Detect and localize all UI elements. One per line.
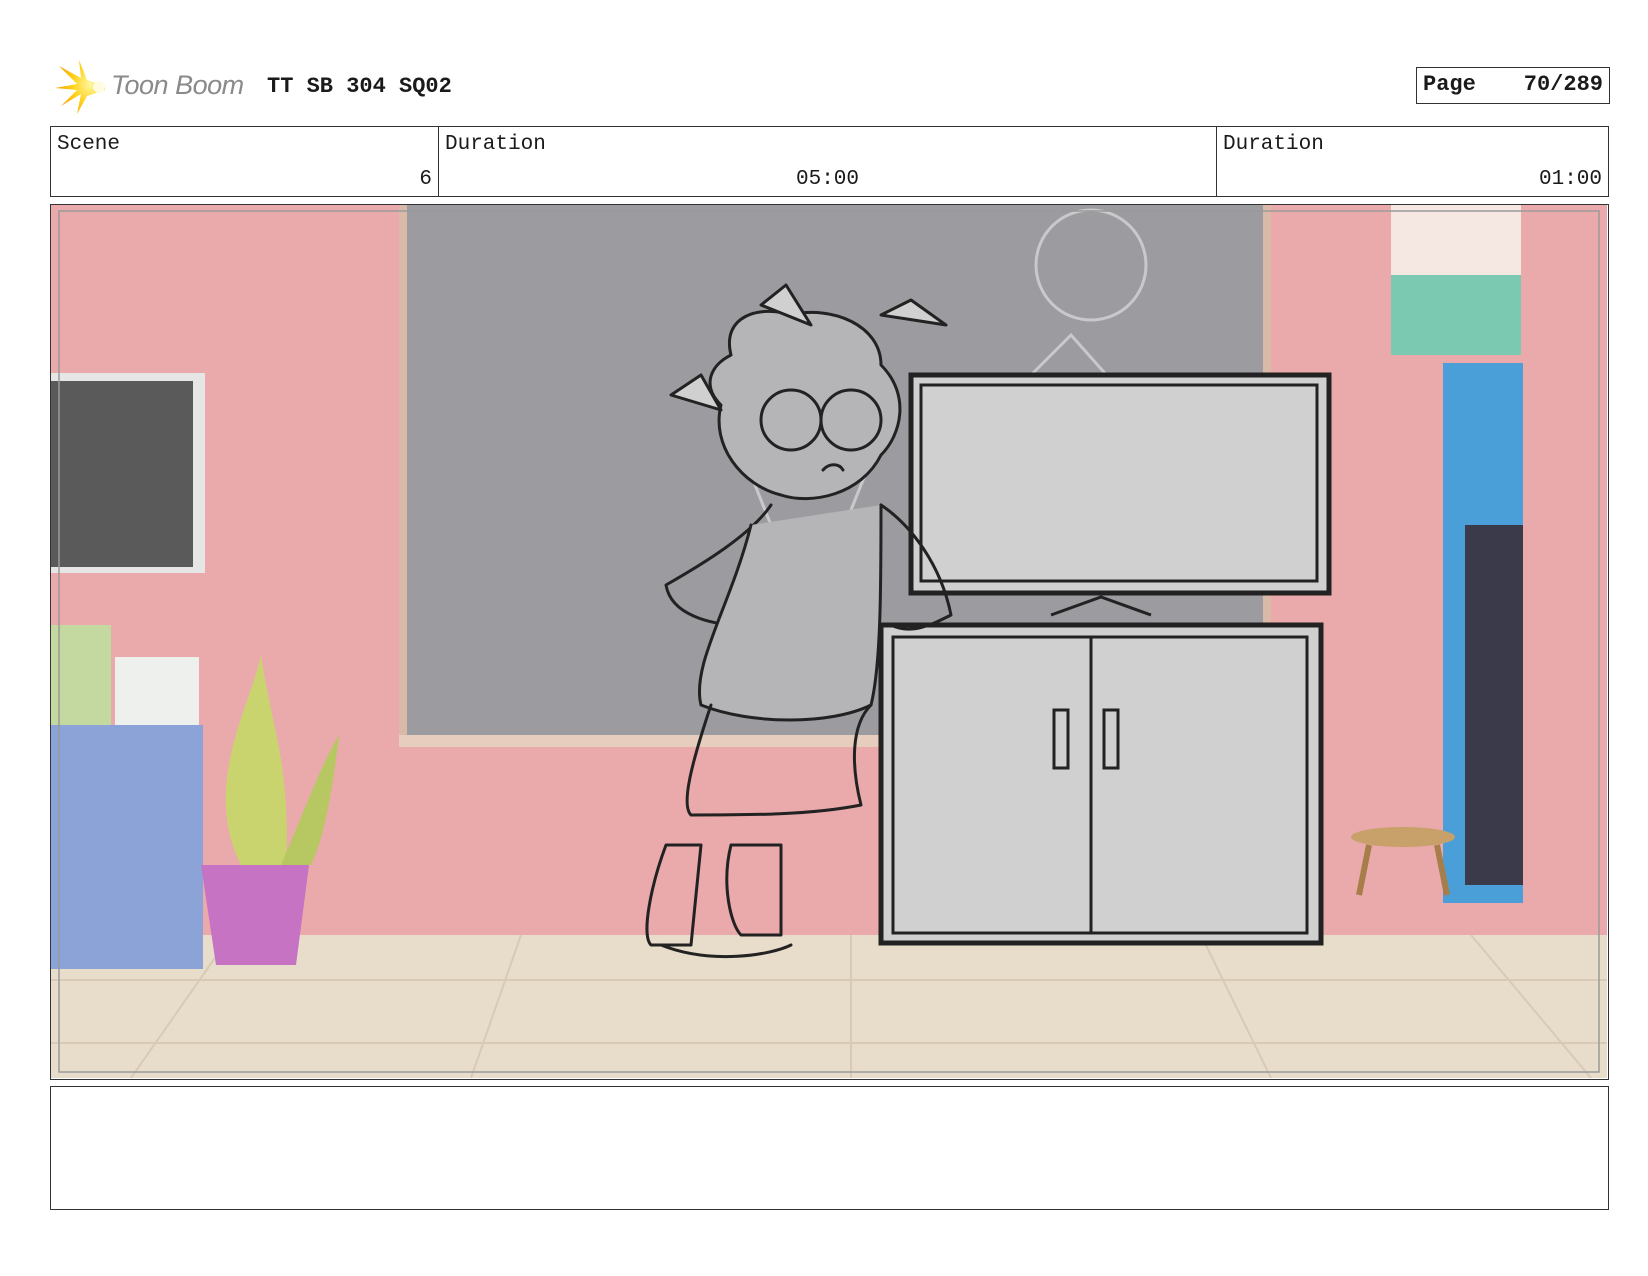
television bbox=[908, 372, 1332, 617]
storyboard-drawing bbox=[51, 205, 1607, 1078]
logo-text: Toon Boom bbox=[111, 70, 244, 100]
scene-label: Scene bbox=[57, 133, 121, 156]
toon-boom-star-icon bbox=[55, 60, 105, 114]
duration-cell-panel: Duration 05:00 bbox=[439, 127, 1217, 196]
duration-cell-scene: Duration 01:00 bbox=[1217, 127, 1608, 196]
blue-locker bbox=[1443, 363, 1523, 903]
page-indicator: Page 70/289 bbox=[1416, 67, 1610, 104]
tv-cabinet bbox=[878, 622, 1324, 946]
duration-value-scene: 01:00 bbox=[1538, 168, 1602, 191]
caption-box bbox=[50, 1086, 1609, 1210]
page-label: Page bbox=[1423, 72, 1476, 97]
duration-label-panel: Duration bbox=[445, 133, 546, 156]
storyboard-panel bbox=[50, 204, 1609, 1080]
duration-label-scene: Duration bbox=[1223, 133, 1324, 156]
page-number: 70/289 bbox=[1523, 72, 1603, 97]
left-desk-with-books bbox=[51, 625, 203, 969]
document-title: TT SB 304 SQ02 bbox=[267, 74, 452, 99]
scene-info-row: Scene 6 Duration 05:00 Duration 01:00 bbox=[50, 126, 1609, 197]
wall-poster bbox=[1391, 205, 1521, 355]
duration-value-panel: 05:00 bbox=[795, 168, 859, 191]
wall-picture-frame bbox=[51, 373, 205, 573]
toon-boom-logo: Toon Boom bbox=[53, 58, 303, 116]
scene-cell: Scene 6 bbox=[51, 127, 439, 196]
page-header: Toon Boom TT SB 304 SQ02 Page 70/289 bbox=[50, 56, 1610, 116]
scene-value: 6 bbox=[419, 168, 432, 191]
